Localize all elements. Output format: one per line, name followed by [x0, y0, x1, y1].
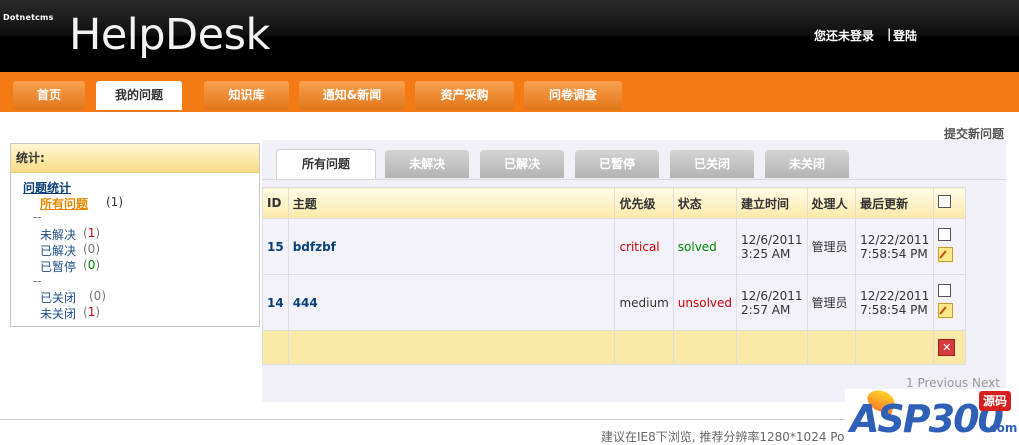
col-header-updated: 最后更新 — [855, 187, 935, 219]
stats-panel: 统计: 问题统计 所有问题 (1) -- 未解决 (1) 已解决 (0) 已暂停… — [10, 143, 260, 327]
issues-table: ID 主题 优先级 状态 建立时间 处理人 最后更新 15 bdfzbf cri… — [262, 187, 966, 365]
stats-all-link[interactable]: 所有问题 — [40, 195, 88, 212]
stats-paused-count: (0) — [83, 258, 101, 272]
table-footer-row: ✕ — [262, 330, 966, 365]
app-logo: HelpDesk — [69, 10, 270, 60]
stats-separator: -- — [33, 210, 42, 224]
watermark-logo: ASP300 源码 .com — [845, 386, 1019, 443]
row-actions — [933, 218, 966, 275]
stats-closed-link[interactable]: 已关闭 — [40, 289, 76, 306]
issue-subject-link[interactable]: 444 — [293, 296, 318, 310]
pager-next-link[interactable]: Next — [972, 376, 1000, 390]
row-subject-cell: 444 — [287, 274, 616, 331]
stats-separator: -- — [33, 274, 42, 288]
login-separator: | — [887, 27, 892, 41]
row-created: 12/6/2011 3:25 AM — [736, 218, 808, 275]
pager: 1 Previous Next — [906, 376, 1000, 390]
stats-closed-count: (0) — [89, 289, 106, 303]
main-nav: 首页 我的问题 知识库 通知&新闻 资产采购 问卷调查 — [0, 72, 1019, 112]
row-checkbox[interactable] — [938, 228, 952, 241]
row-created: 12/6/2011 2:57 AM — [736, 274, 808, 331]
col-header-handler: 处理人 — [806, 187, 857, 219]
stats-not-closed-link[interactable]: 未关闭 — [40, 305, 76, 322]
watermark-domain: .com — [985, 421, 1018, 435]
nav-tab-asset-purchase[interactable]: 资产采购 — [415, 81, 514, 110]
row-checkbox[interactable] — [938, 284, 952, 297]
stats-panel-title: 统计: — [11, 144, 259, 173]
nav-tab-knowledge-base[interactable]: 知识库 — [204, 81, 289, 110]
row-priority: critical — [614, 218, 674, 275]
nav-divider — [0, 112, 1019, 115]
row-priority: medium — [614, 274, 674, 331]
nav-tab-survey[interactable]: 问卷调查 — [524, 81, 622, 110]
row-subject-cell: bdfzbf — [287, 218, 616, 275]
brand-small-text: Dotnetcms — [3, 13, 54, 22]
stats-unsolved-link[interactable]: 未解决 — [40, 226, 76, 243]
table-row: 14 444 medium unsolved 12/6/2011 2:57 AM … — [262, 274, 966, 331]
row-actions — [933, 274, 966, 331]
tab-closed[interactable]: 已关闭 — [670, 150, 754, 178]
login-link[interactable]: 登陆 — [893, 27, 917, 44]
delete-icon[interactable]: ✕ — [938, 339, 956, 356]
col-header-subject: 主题 — [287, 187, 616, 219]
delete-cell: ✕ — [933, 330, 966, 365]
nav-tab-my-issues[interactable]: 我的问题 — [96, 81, 182, 110]
row-id: 14 — [262, 274, 289, 331]
pager-previous-link[interactable]: Previous — [917, 376, 968, 390]
row-id: 15 — [262, 218, 289, 275]
edit-icon[interactable] — [938, 303, 954, 318]
tab-underline — [262, 179, 1006, 180]
stats-unsolved-count: (1) — [83, 226, 101, 240]
footer-note: 建议在IE8下浏览, 推荐分辨率1280*1024 Pow — [601, 430, 855, 444]
stats-solved-link[interactable]: 已解决 — [40, 242, 76, 259]
tab-all-issues[interactable]: 所有问题 — [276, 149, 376, 180]
col-header-created: 建立时间 — [736, 187, 808, 219]
row-handler: 管理员 — [806, 274, 857, 331]
table-row: 15 bdfzbf critical solved 12/6/2011 3:25 … — [262, 218, 966, 275]
stats-group-title-link[interactable]: 问题统计 — [23, 179, 71, 196]
tab-solved[interactable]: 已解决 — [480, 150, 564, 178]
row-status: unsolved — [672, 274, 738, 331]
col-header-status: 状态 — [672, 187, 738, 219]
nav-tab-home[interactable]: 首页 — [13, 81, 85, 110]
pager-current-page: 1 — [906, 376, 914, 390]
watermark-badge: 源码 — [979, 391, 1011, 411]
issue-subject-link[interactable]: bdfzbf — [293, 240, 336, 254]
tab-unsolved[interactable]: 未解决 — [385, 150, 469, 178]
stats-not-closed-count: (1) — [83, 305, 101, 319]
row-status: solved — [672, 218, 738, 275]
stats-all-count: (1) — [106, 195, 123, 209]
row-handler: 管理员 — [806, 218, 857, 275]
tab-not-closed[interactable]: 未关闭 — [765, 150, 849, 178]
stats-paused-link[interactable]: 已暂停 — [40, 258, 76, 275]
nav-tab-news[interactable]: 通知&新闻 — [299, 81, 405, 110]
table-header-row: ID 主题 优先级 状态 建立时间 处理人 最后更新 — [262, 187, 966, 219]
login-status-text: 您还未登录 — [814, 29, 875, 43]
tab-paused[interactable]: 已暂停 — [575, 150, 659, 178]
col-header-select-all — [933, 187, 966, 219]
edit-icon[interactable] — [938, 247, 954, 262]
header-bar: Dotnetcms HelpDesk 您还未登录 | 登陆 — [0, 0, 1019, 72]
row-updated: 12/22/2011 7:58:54 PM — [855, 218, 935, 275]
col-header-priority: 优先级 — [614, 187, 674, 219]
row-updated: 12/22/2011 7:58:54 PM — [855, 274, 935, 331]
select-all-checkbox[interactable] — [938, 195, 952, 208]
col-header-id: ID — [262, 187, 289, 219]
stats-solved-count: (0) — [83, 242, 100, 256]
